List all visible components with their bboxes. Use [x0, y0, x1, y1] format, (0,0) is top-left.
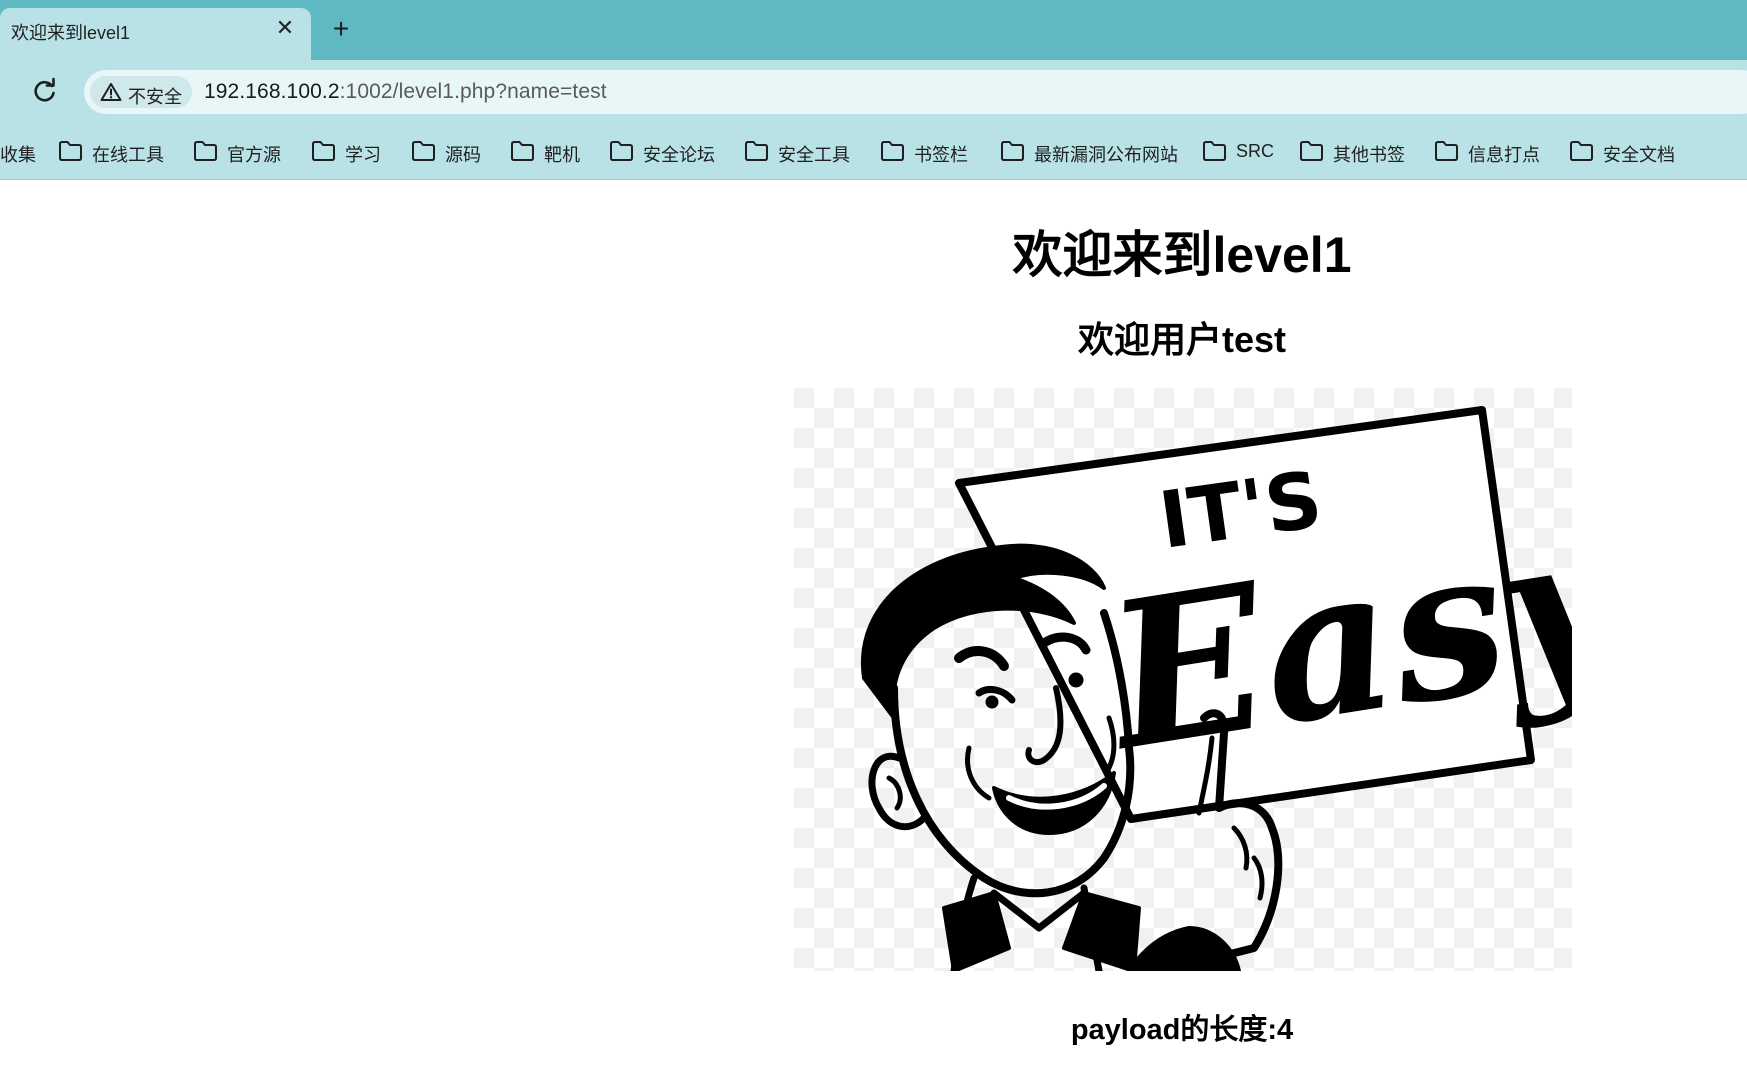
bookmark-label: 最新漏洞公布网站	[1034, 145, 1178, 165]
bookmark-label: 收集	[0, 145, 36, 165]
folder-icon	[1000, 140, 1025, 162]
bookmark-label: 安全文档	[1603, 145, 1675, 165]
bookmark-label: SRC	[1236, 141, 1275, 161]
bookmark-label: 学习	[345, 145, 381, 165]
tab-title: 欢迎来到level1	[11, 23, 131, 43]
active-tab[interactable]: 欢迎来到level1 ✕	[0, 8, 311, 60]
payload-length: payload的长度:4	[1070, 1014, 1294, 1046]
folder-icon	[1202, 140, 1227, 162]
folder-icon	[311, 140, 336, 162]
bookmarks-bar: 收集 在线工具 官方源 学习 源码 靶机 安全论坛 安全工具 书签栏 最新漏洞公布网站 SRC 其他书…	[0, 122, 1747, 180]
security-label: 不安全	[128, 87, 182, 107]
folder-icon	[193, 140, 218, 162]
folder-icon	[510, 140, 535, 162]
bookmark-label: 靶机	[544, 145, 580, 165]
bookmark-label: 其他书签	[1333, 145, 1405, 165]
bookmark-label: 信息打点	[1468, 145, 1540, 165]
bookmark-label: 源码	[445, 145, 481, 165]
page-heading: 欢迎来到level1	[1012, 227, 1352, 283]
folder-icon	[609, 140, 634, 162]
warning-icon	[100, 82, 122, 102]
address-bar[interactable]: 不安全 192.168.100.2:1002/level1.php?name=t…	[84, 70, 1747, 114]
folder-icon	[1569, 140, 1594, 162]
its-easy-illustration: IT'S Easy	[794, 388, 1648, 975]
url-text[interactable]: 192.168.100.2:1002/level1.php?name=test	[204, 80, 607, 104]
bookmark-label: 安全论坛	[643, 145, 715, 165]
toolbar: 不安全 192.168.100.2:1002/level1.php?name=t…	[0, 60, 1747, 122]
bookmark-label: 在线工具	[92, 145, 164, 165]
folder-icon	[1299, 140, 1324, 162]
page-content: 欢迎来到level1 欢迎用户test IT'S Easy payload的长度…	[0, 181, 1747, 1088]
folder-icon	[58, 140, 83, 162]
close-tab-icon[interactable]: ✕	[273, 16, 297, 40]
bookmark-label: 安全工具	[778, 145, 850, 165]
folder-icon	[1434, 140, 1459, 162]
url-path: :1002/level1.php?name=test	[339, 80, 607, 103]
folder-icon	[880, 140, 905, 162]
folder-icon	[744, 140, 769, 162]
folder-icon	[411, 140, 436, 162]
new-tab-button[interactable]: +	[326, 14, 356, 44]
security-indicator[interactable]: 不安全	[90, 76, 192, 108]
welcome-message: 欢迎用户test	[1077, 319, 1287, 360]
url-host: 192.168.100.2	[204, 80, 340, 103]
bookmark-label: 书签栏	[914, 145, 968, 165]
bookmark-label: 官方源	[227, 145, 281, 165]
reload-icon[interactable]	[28, 74, 62, 108]
tab-strip: 欢迎来到level1 ✕ +	[0, 0, 1747, 60]
